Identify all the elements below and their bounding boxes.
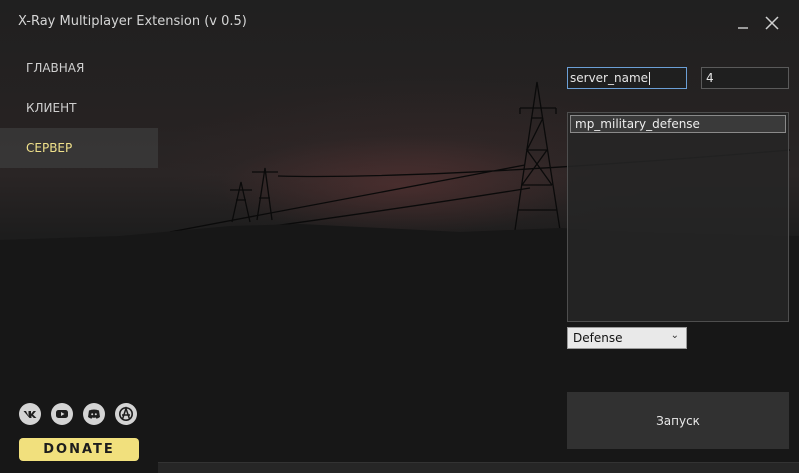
anarchy-icon[interactable] [115, 403, 137, 425]
map-name: mp_military_defense [575, 117, 700, 131]
window-title: X-Ray Multiplayer Extension (v 0.5) [18, 14, 247, 29]
nav-item-server[interactable]: СЕРВЕР [0, 128, 158, 168]
chevron-down-icon: ⌄ [670, 330, 679, 341]
map-list-item[interactable]: mp_military_defense [570, 115, 786, 133]
game-mode-value: Defense [573, 331, 623, 345]
text-caret [649, 71, 651, 85]
server-name-input[interactable]: server_name [567, 67, 687, 89]
max-players-value: 4 [706, 71, 714, 85]
launch-button[interactable]: Запуск [567, 392, 789, 449]
vk-icon[interactable] [19, 403, 41, 425]
game-mode-select[interactable]: Defense ⌄ [567, 327, 687, 349]
nav-item-main[interactable]: ГЛАВНАЯ [0, 48, 158, 88]
youtube-icon[interactable] [51, 403, 73, 425]
nav-item-client[interactable]: КЛИЕНТ [0, 88, 158, 128]
minimize-button[interactable] [730, 10, 756, 36]
social-links [19, 403, 137, 425]
close-icon [765, 16, 779, 30]
max-players-input[interactable]: 4 [701, 67, 789, 89]
map-list[interactable]: mp_military_defense [567, 112, 789, 322]
launch-label: Запуск [656, 413, 700, 428]
close-button[interactable] [759, 10, 785, 36]
nav-item-label: ГЛАВНАЯ [26, 61, 85, 75]
minimize-icon [738, 27, 748, 29]
status-bar [158, 462, 799, 473]
server-name-value: server_name [570, 71, 649, 85]
nav-item-label: СЕРВЕР [26, 141, 73, 155]
discord-icon[interactable] [83, 403, 105, 425]
sidebar-nav: ГЛАВНАЯ КЛИЕНТ СЕРВЕР [0, 48, 158, 168]
donate-button[interactable]: DONATE [19, 438, 139, 461]
nav-item-label: КЛИЕНТ [26, 101, 77, 115]
